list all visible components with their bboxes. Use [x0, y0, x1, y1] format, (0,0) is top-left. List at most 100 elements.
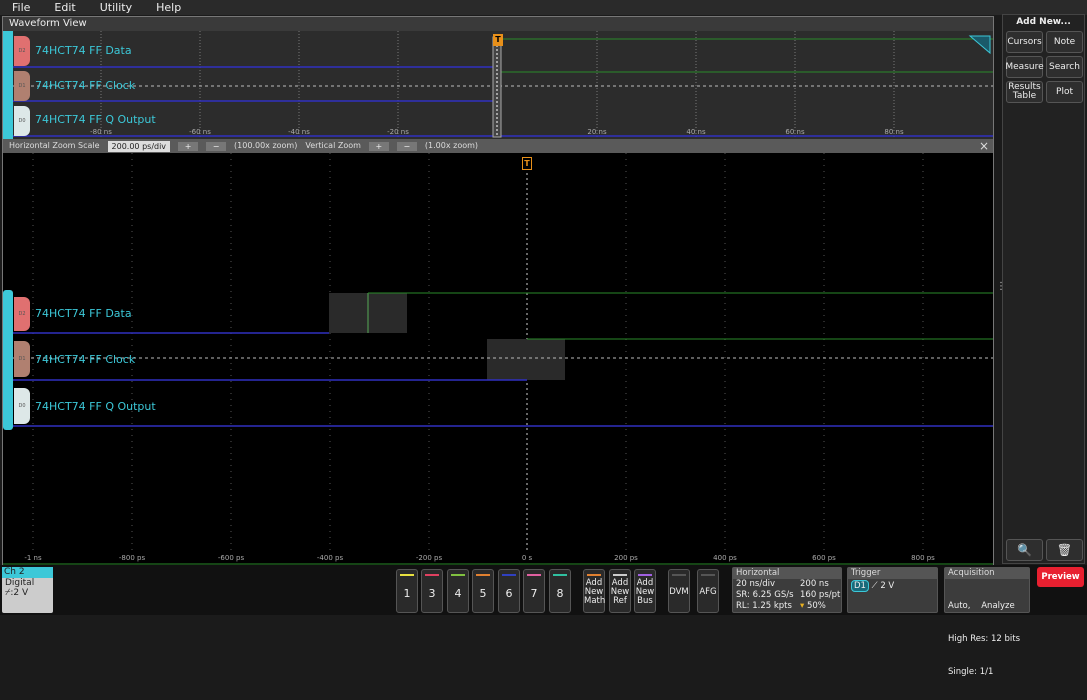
acquisition-panel[interactable]: Acquisition Auto, Analyze High Res: 12 b…: [944, 567, 1030, 677]
h-scale: 20 ns/div: [736, 579, 775, 589]
afg-button[interactable]: AFG: [697, 569, 719, 613]
channel-tag-d2[interactable]: D2: [14, 297, 30, 331]
channel-tag-d0[interactable]: D0: [14, 388, 30, 424]
overview-tick: 60 ns: [785, 128, 805, 136]
acq-mode: Auto, Analyze: [948, 601, 1015, 611]
v-zoom-label: Vertical Zoom: [305, 141, 361, 150]
channel-7-button[interactable]: 7: [523, 569, 545, 613]
cursors-button[interactable]: Cursors: [1006, 31, 1043, 53]
channel-8-button[interactable]: 8: [549, 569, 571, 613]
ch2-badge[interactable]: Ch 2 Digital ⌿:2 V: [2, 567, 53, 613]
rising-edge-icon: ⟋: [871, 581, 878, 591]
channel-label-clock: 74HCT74 FF Clock: [35, 79, 136, 92]
overview-tick: 40 ns: [686, 128, 706, 136]
channel-label-q: 74HCT74 FF Q Output: [35, 113, 156, 126]
channel-tag-d2[interactable]: D2: [14, 36, 30, 66]
trigger-source: D1: [851, 580, 869, 592]
channel-4-button[interactable]: 4: [447, 569, 469, 613]
measure-button[interactable]: Measure: [1005, 56, 1044, 78]
h-record-length: RL: 1.25 kpts: [736, 601, 792, 611]
trash-icon[interactable]: 🗑: [1046, 539, 1083, 561]
preview-button[interactable]: Preview: [1037, 567, 1084, 587]
time-tick: 0 s: [521, 554, 533, 562]
menu-utility[interactable]: Utility: [88, 0, 144, 15]
ch2-threshold: ⌿:2 V: [5, 588, 29, 598]
v-zoom-out-button[interactable]: −: [396, 141, 417, 151]
add-new-math-button[interactable]: Add New Math: [583, 569, 605, 613]
trigger-position-marker[interactable]: T: [493, 34, 503, 46]
zoom-icon[interactable]: 🔍: [1006, 539, 1043, 561]
h-zoom-scale-input[interactable]: 200.00 ps/div: [107, 140, 171, 152]
overview-tick: 80 ns: [884, 128, 904, 136]
acq-resolution: High Res: 12 bits: [948, 634, 1021, 644]
bottom-bar: Ch 2 Digital ⌿:2 V 1 3 4 5 6 7 8 Add New…: [0, 565, 1087, 677]
h-zoom-factor: (100.00x zoom): [234, 141, 298, 150]
ch2-type: Digital: [5, 578, 35, 588]
add-new-panel: Add New... Cursors Note Measure Search R…: [1002, 14, 1085, 564]
close-zoom-icon[interactable]: ×: [979, 139, 989, 153]
channel-3-button[interactable]: 3: [421, 569, 443, 613]
menu-bar: File Edit Utility Help: [0, 0, 1087, 15]
acquisition-title: Acquisition: [945, 568, 1029, 579]
v-zoom-factor: (1.00x zoom): [424, 141, 479, 150]
ch2-title: Ch 2: [2, 567, 53, 578]
overview-tick: -40 ns: [288, 128, 310, 136]
add-new-title: Add New...: [1016, 17, 1071, 27]
add-new-bus-button[interactable]: Add New Bus: [634, 569, 656, 613]
dvm-button[interactable]: DVM: [668, 569, 690, 613]
time-tick: 800 ps: [911, 554, 935, 562]
note-button[interactable]: Note: [1046, 31, 1083, 53]
time-tick: -1 ns: [24, 554, 42, 562]
menu-help[interactable]: Help: [144, 0, 193, 15]
time-tick: -600 ps: [217, 554, 245, 562]
h-sample-rate: SR: 6.25 GS/s: [736, 590, 794, 600]
trigger-title: Trigger: [848, 568, 937, 579]
channel-label-data: 74HCT74 FF Data: [35, 307, 132, 320]
h-record-duration: 200 ns: [800, 579, 829, 589]
v-zoom-in-button[interactable]: +: [368, 141, 389, 151]
channel-label-clock: 74HCT74 FF Clock: [35, 353, 136, 366]
menu-file[interactable]: File: [0, 0, 42, 15]
waveform-view: Waveform View T D2 D1 D0 74HCT74 FF Data…: [2, 16, 994, 566]
h-resolution: 160 ps/pt (IT): [800, 590, 841, 600]
time-tick: -400 ps: [316, 554, 344, 562]
add-new-ref-button[interactable]: Add New Ref: [609, 569, 631, 613]
channel-tag-d1[interactable]: D1: [14, 341, 30, 377]
position-icon: ▾: [800, 601, 805, 611]
channel-1-button[interactable]: 1: [396, 569, 418, 613]
overview-tick: -20 ns: [387, 128, 409, 136]
zoomed-traces: [3, 153, 993, 565]
channel-label-q: 74HCT74 FF Q Output: [35, 400, 156, 413]
h-position: 50%: [806, 601, 826, 611]
trigger-marker[interactable]: T: [522, 157, 532, 170]
channel-tag-d1[interactable]: D1: [14, 71, 30, 101]
overview-tick: 20 ns: [587, 128, 607, 136]
time-tick: -800 ps: [118, 554, 146, 562]
horizontal-panel[interactable]: Horizontal 20 ns/div 200 ns SR: 6.25 GS/s…: [732, 567, 842, 613]
channel-group-handle[interactable]: [3, 31, 13, 139]
time-tick: -200 ps: [415, 554, 443, 562]
panel-resize-handle[interactable]: ⋮: [996, 282, 1006, 298]
channel-label-data: 74HCT74 FF Data: [35, 44, 132, 57]
h-zoom-in-button[interactable]: +: [178, 141, 199, 151]
trigger-panel[interactable]: Trigger D1 ⟋ 2 V: [847, 567, 938, 613]
trigger-level: 2 V: [880, 581, 895, 591]
zoomed-waveform-pane[interactable]: T D2 D1 D0 74HCT74 FF Data 74HCT74 FF Cl…: [3, 153, 993, 566]
acq-single: Single: 1/1: [948, 667, 994, 677]
time-tick: 400 ps: [713, 554, 737, 562]
overview-pane[interactable]: T D2 D1 D0 74HCT74 FF Data 74HCT74 FF Cl…: [3, 31, 993, 139]
search-button[interactable]: Search: [1046, 56, 1083, 78]
overview-tick: -60 ns: [189, 128, 211, 136]
overview-tick: -80 ns: [90, 128, 112, 136]
channel-5-button[interactable]: 5: [472, 569, 494, 613]
menu-edit[interactable]: Edit: [42, 0, 87, 15]
channel-6-button[interactable]: 6: [498, 569, 520, 613]
plot-button[interactable]: Plot: [1046, 81, 1083, 103]
time-tick: 200 ps: [614, 554, 638, 562]
results-table-button[interactable]: Results Table: [1006, 81, 1043, 103]
channel-tag-d0[interactable]: D0: [14, 106, 30, 136]
h-zoom-out-button[interactable]: −: [206, 141, 227, 151]
channel-group-handle[interactable]: [3, 290, 13, 430]
time-tick: 600 ps: [812, 554, 836, 562]
horizontal-title: Horizontal: [733, 568, 841, 579]
